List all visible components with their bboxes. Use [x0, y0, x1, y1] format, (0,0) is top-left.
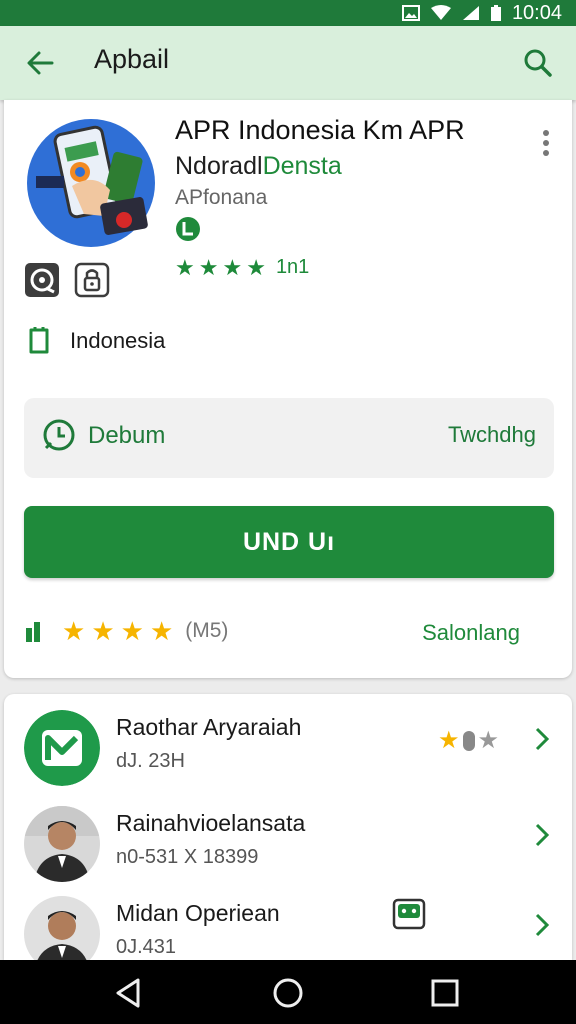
reviews-link[interactable]: Salonlang [422, 620, 520, 646]
app-star-rating: ★ ★ ★ ★ 1n1 [175, 256, 309, 279]
list-item-title: Midan Operiean [116, 900, 280, 926]
region-label: Indonesia [70, 328, 166, 353]
rating-text: 1n1 [275, 256, 310, 278]
avatar [24, 896, 100, 960]
arrow-back-icon[interactable] [20, 44, 60, 82]
content-rating-icon [25, 263, 59, 297]
developer-name-accent: Densta [262, 152, 342, 180]
clock-icon [43, 419, 75, 451]
more-vert-icon[interactable] [538, 128, 554, 160]
star-icon: ★ [222, 254, 243, 280]
rating-count: (M5) [185, 619, 229, 642]
location-tag-icon [29, 327, 49, 354]
signal-icon [462, 6, 479, 20]
star-icon: ★ [62, 616, 86, 646]
list-item-subtitle: dJ. 23H [116, 750, 185, 772]
star-icon: ★ [91, 616, 115, 646]
info-right-label[interactable]: Twchdhg [448, 422, 536, 448]
verified-badge-icon [176, 217, 200, 241]
page-title: Apbail [94, 44, 170, 74]
chevron-right-icon[interactable] [532, 820, 552, 850]
star-icon: ★ [438, 727, 460, 754]
app-title: APR Indonesia Km APR [175, 115, 465, 145]
list-item-title: Rainahvioelansata [116, 810, 306, 836]
star-outline-icon: ★ [477, 727, 500, 754]
list-item-subtitle: 0J.431 [116, 936, 177, 958]
recents-square-icon[interactable] [428, 976, 462, 1010]
chevron-right-icon[interactable] [532, 910, 552, 940]
list-item[interactable]: Raothar Aryaraiah dJ. 23H ★ ★ [4, 694, 572, 786]
star-icon: ★ [149, 616, 174, 646]
install-button[interactable]: UND Uı [24, 506, 554, 578]
navigation-bar [0, 960, 576, 1024]
app-category: APfonana [175, 186, 268, 209]
back-triangle-icon[interactable] [112, 976, 146, 1010]
battery-icon [490, 5, 501, 21]
bar-chart-icon [26, 622, 40, 642]
search-icon[interactable] [518, 44, 558, 82]
status-bar: 10:04 [0, 0, 576, 26]
star-icon: ★ [246, 254, 266, 280]
app-details-card: APR Indonesia Km APR NdoradlDensta APfon… [4, 100, 572, 678]
star-icon: ★ [120, 616, 144, 646]
wifi-icon [430, 5, 451, 20]
rating-row: ★ ★ ★ ★ (M5) [24, 618, 228, 644]
photo-icon [401, 5, 420, 21]
robot-badge-icon [392, 898, 426, 930]
info-left-label: Debum [88, 422, 166, 449]
home-circle-icon[interactable] [271, 976, 305, 1010]
app-developer[interactable]: NdoradlDensta [175, 152, 342, 181]
list-item-subtitle: n0-531 X 18399 [116, 846, 259, 868]
info-box[interactable]: Debum Twchdhg [24, 398, 554, 478]
developer-name: Ndorad [175, 152, 257, 180]
app-bar: Apbail [0, 26, 576, 100]
list-item-title: Raothar Aryaraiah [116, 714, 302, 740]
list-item[interactable]: Midan Operiean 0J.431 [4, 880, 572, 960]
chevron-right-icon[interactable] [532, 724, 552, 754]
related-list-card: Raothar Aryaraiah dJ. 23H ★ ★ Rainahvioe… [4, 694, 572, 960]
region-row: Indonesia [24, 326, 165, 356]
status-time: 10:04 [511, 1, 562, 24]
dot-icon [462, 730, 475, 751]
list-item[interactable]: Rainahvioelansata n0-531 X 18399 [4, 790, 572, 882]
lock-icon [74, 262, 110, 298]
app-logo-icon [24, 710, 100, 786]
star-icon: ★ [198, 254, 219, 280]
mini-rating: ★ ★ [438, 726, 499, 755]
star-icon: ★ [175, 254, 195, 280]
avatar [24, 806, 100, 882]
app-icon [27, 119, 155, 247]
